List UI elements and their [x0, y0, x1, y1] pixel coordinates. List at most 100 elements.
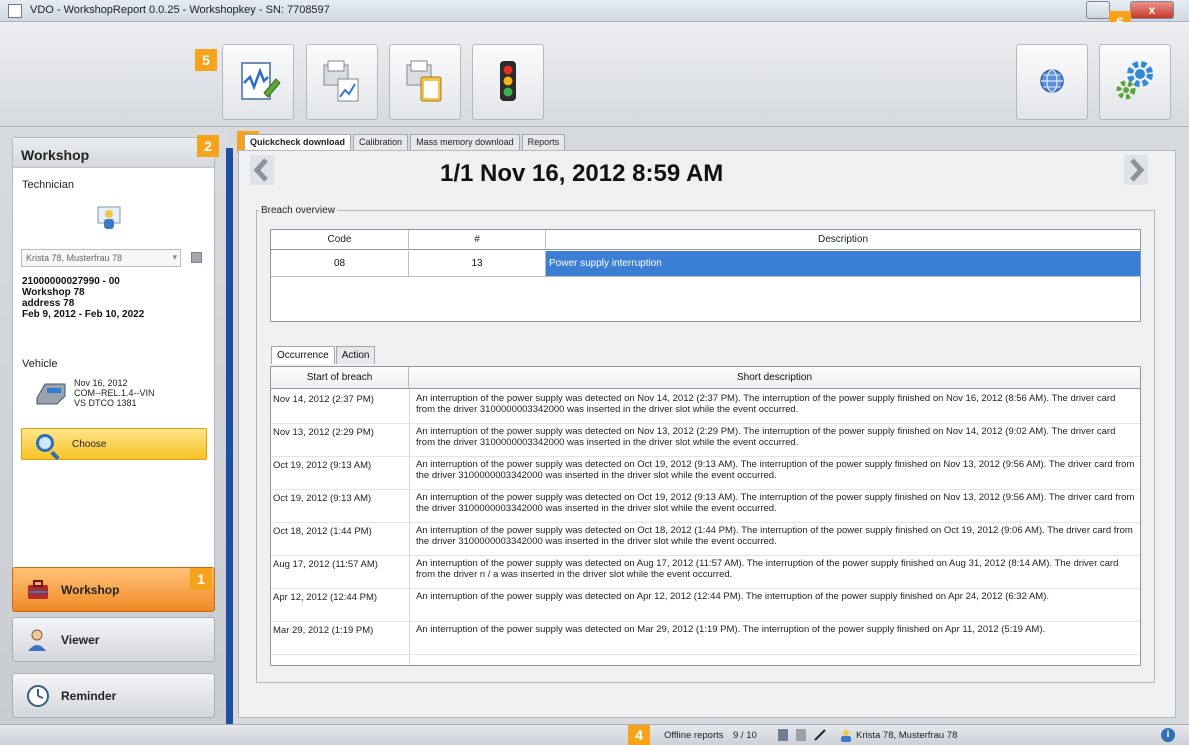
settings-gears-icon — [1110, 56, 1160, 109]
occurrence-tabs: Occurrence Action — [271, 346, 376, 364]
start-of-breach-cell: Oct 19, 2012 (9:13 AM) — [273, 460, 372, 471]
next-record-button[interactable] — [1124, 155, 1148, 185]
report-edit-icon — [234, 57, 282, 108]
nav-viewer-button[interactable]: Viewer — [12, 617, 215, 662]
breach-code-cell[interactable]: 08 — [271, 251, 409, 277]
chevron-down-icon: ▾ — [172, 252, 177, 262]
nav-workshop-button[interactable]: Workshop — [12, 567, 215, 612]
main-tabs: Quickcheck download Calibration Mass mem… — [244, 134, 567, 150]
vehicle-device: VS DTCO 1381 — [74, 398, 137, 408]
start-of-breach-cell: Mar 29, 2012 (1:19 PM) — [273, 625, 374, 636]
vehicle-date: Nov 16, 2012 — [74, 378, 128, 388]
info-icon[interactable]: i — [1161, 728, 1175, 742]
print-chart-button[interactable] — [306, 44, 378, 120]
workshop-address: address 78 — [22, 298, 75, 309]
magnifier-icon — [36, 434, 54, 452]
prev-record-button[interactable] — [250, 155, 274, 185]
card-reader-icon[interactable] — [778, 729, 788, 741]
workshop-validity: Feb 9, 2012 - Feb 10, 2022 — [22, 309, 145, 320]
breach-description-cell[interactable]: Power supply interruption — [546, 251, 1140, 277]
technician-select[interactable]: Krista 78, Musterfrau 78 ▾ — [21, 249, 181, 267]
close-button[interactable]: x — [1130, 1, 1174, 19]
technician-icon — [96, 205, 122, 234]
nav-reminder-button[interactable]: Reminder — [12, 673, 215, 718]
table-row[interactable]: Nov 13, 2012 (2:29 PM) An interruption o… — [271, 424, 1140, 457]
short-description-cell: An interruption of the power supply was … — [416, 624, 1046, 635]
vehicle-label: Vehicle — [22, 358, 58, 370]
current-user: Krista 78, Musterfrau 78 — [856, 730, 958, 741]
title-bar: VDO - WorkshopReport 0.0.25 - Workshopke… — [0, 0, 1189, 22]
technician-select-value: Krista 78, Musterfrau 78 — [26, 253, 123, 263]
column-header-start-of-breach[interactable]: Start of breach — [271, 367, 409, 389]
tab-quickcheck-download[interactable]: Quickcheck download — [244, 134, 352, 150]
workshop-card: Workshop Technician Krista 78, Musterfra… — [12, 137, 215, 596]
choose-button-label: Choose — [72, 439, 107, 450]
language-button[interactable] — [1016, 44, 1088, 120]
breach-overview-label: Breach overview — [259, 205, 337, 216]
record-date-heading: 1/1 Nov 16, 2012 8:59 AM — [440, 160, 724, 187]
column-header-description[interactable]: Description — [546, 230, 1140, 250]
tab-reports[interactable]: Reports — [521, 134, 566, 150]
clock-icon — [25, 683, 51, 709]
window-title: VDO - WorkshopReport 0.0.25 - Workshopke… — [30, 4, 330, 16]
device-icon[interactable] — [796, 729, 806, 741]
start-of-breach-cell: Aug 17, 2012 (11:57 AM) — [273, 559, 378, 570]
workshop-id: 21000000027990 - 00 — [22, 276, 120, 287]
tab-mass-memory-download[interactable]: Mass memory download — [410, 134, 520, 150]
table-row[interactable]: Oct 18, 2012 (1:44 PM) An interruption o… — [271, 523, 1140, 556]
technician-edit-button[interactable] — [191, 252, 202, 263]
nav-reminder-label: Reminder — [61, 689, 117, 703]
left-panel: Workshop Technician Krista 78, Musterfra… — [0, 127, 228, 724]
tab-calibration[interactable]: Calibration — [353, 134, 409, 150]
settings-button[interactable] — [1099, 44, 1171, 120]
offline-reports-count: 9 / 10 — [733, 730, 757, 741]
short-description-cell: An interruption of the power supply was … — [416, 459, 1135, 481]
short-description-cell: An interruption of the power supply was … — [416, 525, 1133, 547]
minimize-button[interactable] — [1086, 1, 1110, 19]
pen-icon[interactable] — [814, 729, 826, 741]
table-row[interactable]: Apr 12, 2012 (12:44 PM) An interruption … — [271, 589, 1140, 622]
callout-badge-2: 2 — [197, 135, 219, 157]
chevron-right-icon — [1124, 155, 1148, 185]
callout-badge-4: 4 — [628, 725, 650, 745]
callout-badge-1: 1 — [190, 568, 212, 590]
nav-viewer-label: Viewer — [61, 633, 100, 647]
chevron-left-icon — [250, 155, 274, 185]
user-icon — [840, 729, 851, 742]
tab-occurrence[interactable]: Occurrence — [271, 346, 335, 364]
app-icon — [8, 4, 22, 18]
occurrence-table: Start of breach Short description Nov 14… — [270, 366, 1141, 666]
table-row[interactable]: Aug 17, 2012 (11:57 AM) An interruption … — [271, 556, 1140, 589]
short-description-cell: An interruption of the power supply was … — [416, 393, 1116, 415]
column-header-count[interactable]: # — [409, 230, 546, 250]
short-description-cell: An interruption of the power supply was … — [416, 558, 1119, 580]
report-edit-button[interactable] — [222, 44, 294, 120]
short-description-cell: An interruption of the power supply was … — [416, 591, 1050, 602]
globe-icon — [1032, 61, 1072, 104]
traffic-light-button[interactable] — [472, 44, 544, 120]
column-header-short-description[interactable]: Short description — [409, 367, 1140, 389]
vehicle-vin: COM--REL.1.4--VIN — [74, 388, 155, 398]
printer-chart-icon — [318, 57, 366, 108]
start-of-breach-cell: Oct 18, 2012 (1:44 PM) — [273, 526, 372, 537]
start-of-breach-cell: Apr 12, 2012 (12:44 PM) — [273, 592, 378, 603]
workshop-name: Workshop 78 — [22, 287, 85, 298]
viewer-user-icon — [25, 627, 51, 653]
tab-action[interactable]: Action — [335, 346, 376, 364]
short-description-cell: An interruption of the power supply was … — [416, 492, 1135, 514]
nav-workshop-label: Workshop — [61, 583, 120, 597]
print-clipboard-button[interactable] — [389, 44, 461, 120]
table-row[interactable]: Mar 29, 2012 (1:19 PM) An interruption o… — [271, 622, 1140, 655]
traffic-light-icon — [484, 57, 532, 108]
short-description-cell: An interruption of the power supply was … — [416, 426, 1116, 448]
toolbar: 5 — [0, 22, 1189, 127]
column-header-code[interactable]: Code — [271, 230, 409, 250]
choose-button[interactable]: Choose — [21, 428, 207, 460]
breach-count-cell[interactable]: 13 — [409, 251, 546, 277]
callout-badge-5: 5 — [195, 49, 217, 71]
start-of-breach-cell: Nov 13, 2012 (2:29 PM) — [273, 427, 374, 438]
table-row[interactable]: Oct 19, 2012 (9:13 AM) An interruption o… — [271, 457, 1140, 490]
workshop-card-title: Workshop — [13, 138, 214, 168]
table-row[interactable]: Nov 14, 2012 (2:37 PM) An interruption o… — [271, 391, 1140, 424]
table-row[interactable]: Oct 19, 2012 (9:13 AM) An interruption o… — [271, 490, 1140, 523]
